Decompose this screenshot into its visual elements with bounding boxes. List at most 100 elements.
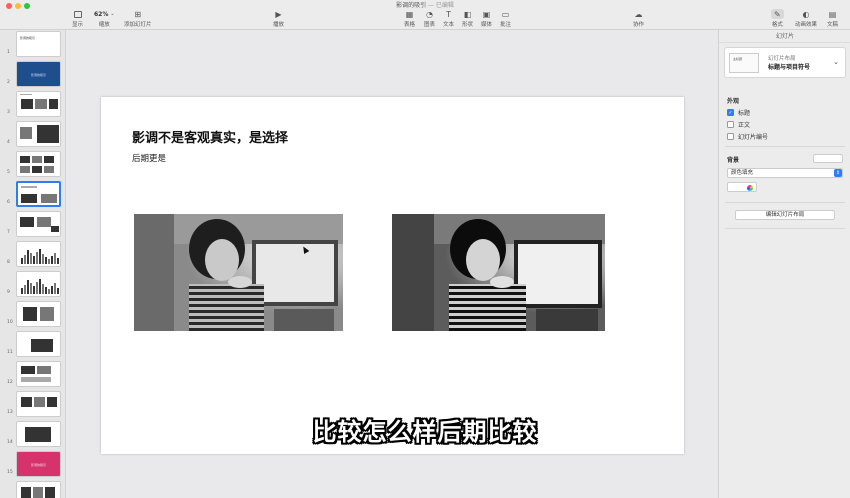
layout-thumbnail-text: 主标题 [733, 57, 743, 61]
thumbnail-shape [35, 99, 47, 109]
slide-thumbnail[interactable] [16, 151, 61, 177]
view-button-label: 显示 [72, 22, 84, 28]
play-button[interactable]: ▶ 播放 [273, 9, 285, 29]
slide-thumbnail[interactable] [16, 211, 61, 237]
text-box-icon: T [446, 9, 451, 19]
thumbnail-shape [36, 282, 38, 294]
comment-button[interactable]: ▭ 批注 [500, 9, 511, 29]
photo-original[interactable] [134, 214, 343, 331]
format-button-label: 格式 [771, 22, 783, 28]
thumbnail-shape [21, 288, 23, 294]
slide-thumbnail-row[interactable]: 10 [0, 301, 65, 327]
thumbnail-shape [20, 127, 32, 139]
animate-button[interactable]: ◐ 动画效果 [795, 9, 817, 29]
slide-thumbnail[interactable] [16, 181, 61, 207]
plus-square-icon: ⊞ [134, 9, 142, 19]
slide-number-checkbox-row[interactable]: 幻灯片编号 [727, 132, 768, 141]
chevron-down-icon: ⌄ [110, 11, 115, 17]
document-title-text: 影调的吸引 [396, 2, 427, 9]
slide-thumbnail-row[interactable]: 6 [0, 181, 65, 207]
thumbnail-shape [44, 156, 54, 163]
slide-thumbnail-row[interactable]: 5 [0, 151, 65, 177]
portrait-photo-edited-image [392, 214, 605, 331]
format-button[interactable]: ✎ 格式 [771, 9, 784, 28]
edit-slide-layout-button[interactable]: 编辑幻灯片布局 [735, 210, 835, 220]
slide-thumbnail-row[interactable]: 1 影调的吸引 [0, 31, 65, 57]
table-button[interactable]: ▦ 表格 [404, 9, 415, 29]
collaborate-button[interactable]: ☁ 协作 [633, 9, 644, 29]
slide-thumbnail[interactable] [16, 121, 61, 147]
slide-number-checkbox[interactable] [727, 133, 734, 140]
view-button[interactable]: 显示 [72, 9, 83, 28]
slide-thumbnail[interactable] [16, 241, 61, 267]
slide-number: 3 [7, 110, 10, 115]
thumbnail-shape [21, 377, 51, 382]
slide-thumbnail[interactable] [16, 331, 61, 357]
thumbnail-shape [21, 99, 33, 109]
body-checkbox-row[interactable]: 正文 [727, 120, 750, 129]
slide-thumbnail[interactable] [16, 301, 61, 327]
document-button[interactable]: ▤ 文稿 [827, 9, 838, 29]
slide-thumbnail-row[interactable]: 12 [0, 361, 65, 387]
slide-thumbnail-row[interactable]: 7 [0, 211, 65, 237]
slide-thumbnail[interactable] [16, 271, 61, 297]
appearance-section-title: 外观 [727, 98, 740, 105]
slide-number: 10 [7, 320, 13, 325]
add-slide-button[interactable]: ⊞ 添加幻灯片 [124, 9, 152, 29]
fill-type-select[interactable]: 颜色填充 ⇕ [727, 168, 843, 178]
title-checkbox-row[interactable]: ✓ 标题 [727, 108, 750, 117]
play-button-label: 播放 [273, 22, 285, 28]
thumbnail-shape [47, 397, 57, 407]
animate-icon: ◐ [802, 9, 810, 19]
slide-thumbnail[interactable] [16, 481, 61, 498]
shape-icon: ◧ [463, 9, 472, 19]
thumbnail-shape [39, 249, 41, 264]
sidebar-icon [73, 9, 82, 19]
slide-thumbnail[interactable]: 影调的吸引 [16, 31, 61, 57]
slide-thumbnail-row[interactable]: 9 [0, 271, 65, 297]
title-checkbox[interactable]: ✓ [727, 109, 734, 116]
slide-thumbnail[interactable]: 影调的吸引 [16, 451, 61, 477]
slide-number: 15 [7, 470, 13, 475]
chevron-down-icon: ⌄ [833, 58, 839, 66]
shape-button[interactable]: ◧ 形状 [462, 9, 473, 29]
thumbnail-shape [24, 285, 26, 294]
slide-thumbnail-row[interactable]: 11 [0, 331, 65, 357]
slide-thumbnail-row[interactable]: 16 [0, 481, 65, 498]
thumbnail-shape [37, 366, 51, 374]
thumbnail-shape [45, 257, 47, 264]
title-checkbox-label: 标题 [738, 110, 751, 117]
thumbnail-shape [42, 254, 44, 264]
thumbnail-shape [23, 307, 37, 321]
text-button-label: 文本 [443, 22, 455, 28]
slide-thumbnail[interactable]: 影调的吸引 [16, 61, 61, 87]
slide-layout-picker[interactable]: 主标题 幻灯片布局 标题与项目符号 ⌄ [724, 47, 846, 78]
chart-button[interactable]: ◔ 图表 [424, 9, 436, 29]
slide-thumbnail-row[interactable]: 4 [0, 121, 65, 147]
play-icon: ▶ [275, 9, 282, 19]
body-checkbox[interactable] [727, 121, 734, 128]
zoom-button[interactable]: 62% ⌄ 缩放 [94, 9, 115, 29]
add-slide-button-label: 添加幻灯片 [124, 22, 152, 28]
slide-thumbnail-row[interactable]: 8 [0, 241, 65, 267]
photo-edited[interactable] [392, 214, 605, 331]
thumbnail-shape [54, 253, 56, 264]
color-well[interactable] [727, 182, 757, 192]
background-swatch[interactable] [813, 154, 843, 163]
media-button[interactable]: ▣ 媒体 [481, 9, 493, 29]
paintbrush-icon: ✎ [771, 9, 784, 19]
thumbnail-shape [48, 259, 50, 264]
slide-thumbnail-row[interactable]: 3 [0, 91, 65, 117]
text-button[interactable]: T 文本 [443, 9, 455, 29]
slide-thumbnail[interactable] [16, 91, 61, 117]
slide-thumbnail[interactable] [16, 361, 61, 387]
slide-title[interactable]: 影调不是客观真实，是选择 [132, 127, 288, 146]
slide-thumbnail-row[interactable]: 2 影调的吸引 [0, 61, 65, 87]
color-wheel-icon[interactable] [747, 184, 753, 191]
slide-body-text[interactable]: 后期更是 [132, 152, 166, 164]
document-icon: ▤ [828, 9, 837, 19]
chart-button-label: 图表 [424, 22, 436, 28]
slide-thumbnail-row[interactable]: 15 影调的吸引 [0, 451, 65, 477]
current-slide[interactable]: 影调不是客观真实，是选择 后期更是 [101, 97, 684, 454]
media-button-label: 媒体 [481, 22, 493, 28]
